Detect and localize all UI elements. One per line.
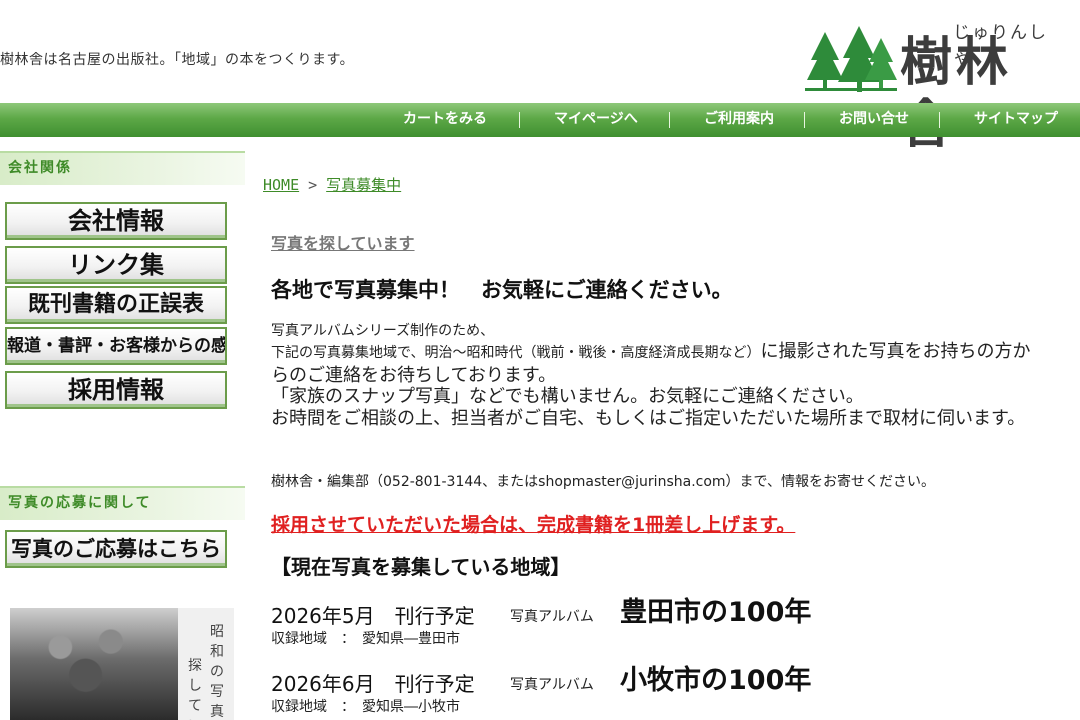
nav-mypage[interactable]: マイページへ (554, 103, 638, 137)
nav-separator (669, 112, 670, 128)
book-area: 収録地域 ： 愛知県―豊田市 (271, 631, 460, 647)
nav-contact[interactable]: お問い合せ (839, 103, 909, 137)
site-logo[interactable]: じゅりんしゃ 樹林舎 (805, 18, 1060, 155)
site-tagline: 樹林舎は名古屋の出版社。「地域」の本をつくります。 (0, 52, 355, 68)
breadcrumb-home-link[interactable]: HOME (263, 176, 299, 194)
sidebar-heading-company: 会社関係 (0, 151, 245, 185)
breadcrumb-separator: > (308, 176, 318, 194)
gift-notice: 採用させていただいた場合は、完成書籍を1冊差し上げます。 (271, 514, 796, 536)
book-area: 収録地域 ： 愛知県―小牧市 (271, 699, 460, 715)
sidebar-links-button[interactable]: リンク集 (5, 246, 227, 284)
body-text-line: 「家族のスナップ写真」などでも構いません。お気軽にご連絡ください。 (271, 386, 864, 407)
book-entry: 2026年6月 刊行予定 写真アルバム 小牧市の100年 収録地域 ： 愛知県―… (271, 662, 1031, 718)
global-nav: カートをみる マイページへ ご利用案内 お問い合せ サイトマップ (0, 103, 1080, 137)
region-heading: 【現在写真を募集している地域】 (271, 555, 571, 579)
nav-cart[interactable]: カートをみる (403, 103, 487, 137)
section-title: 写真を探しています (271, 234, 415, 253)
intro-text: 写真アルバムシリーズ制作のため、 (271, 323, 495, 339)
body-text-small: 下記の写真募集地域で、明治～昭和時代（戦前・戦後・高度経済成長期など） (271, 345, 761, 361)
photo-banner-text: 探してい (188, 658, 202, 720)
breadcrumb: HOME > 写真募集中 (263, 174, 401, 195)
sidebar-errata-button[interactable]: 既刊書籍の正誤表 (5, 286, 227, 324)
sidebar-company-info-button[interactable]: 会社情報 (5, 202, 227, 240)
body-text: 下記の写真募集地域で、明治～昭和時代（戦前・戦後・高度経済成長期など）に撮影され… (271, 341, 1046, 429)
logo-text: 樹林舎 (900, 32, 1013, 155)
nav-separator (519, 112, 520, 128)
nav-separator (939, 112, 940, 128)
book-series: 写真アルバム (510, 609, 594, 625)
sidebar-heading-photo: 写真の応募に関して (0, 486, 245, 520)
sidebar-photo-apply-button[interactable]: 写真のご応募はこちら (5, 530, 227, 568)
book-title: 豊田市の100年 (620, 597, 812, 628)
book-series: 写真アルバム (510, 677, 594, 693)
nav-guide[interactable]: ご利用案内 (704, 103, 774, 137)
sidebar-recruit-button[interactable]: 採用情報 (5, 371, 227, 409)
tree-logo-icon (805, 26, 897, 92)
photo-banner[interactable]: 昭和の写真 探してい (10, 608, 234, 720)
photo-banner-text: 昭和の写真 (210, 624, 224, 720)
nav-sitemap[interactable]: サイトマップ (974, 103, 1058, 137)
book-release-date: 2026年6月 刊行予定 (271, 672, 475, 696)
contact-text: 樹林舎・編集部（052-801-3144、またはshopmaster@jurin… (271, 474, 935, 490)
breadcrumb-current-link[interactable]: 写真募集中 (326, 176, 401, 194)
book-title: 小牧市の100年 (620, 665, 812, 696)
book-entry: 2026年5月 刊行予定 写真アルバム 豊田市の100年 収録地域 ： 愛知県―… (271, 594, 1031, 650)
nav-separator (804, 112, 805, 128)
book-release-date: 2026年5月 刊行予定 (271, 604, 475, 628)
body-text-line: お時間をご相談の上、担当者がご自宅、もしくはご指定いただいた場所まで取材に伺いま… (271, 407, 1026, 429)
page-headline: 各地で写真募集中！ お気軽にご連絡ください。 (271, 278, 733, 302)
sidebar-reviews-button[interactable]: 報道・書評・お客様からの感想 (5, 327, 227, 365)
old-photo-image (10, 608, 178, 720)
